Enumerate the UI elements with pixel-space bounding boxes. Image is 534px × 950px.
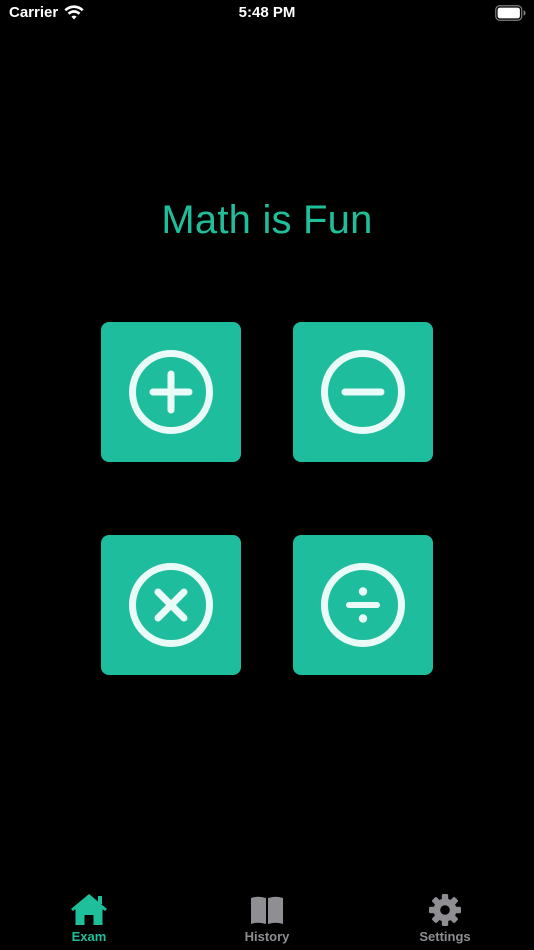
plus-circle-icon bbox=[129, 350, 213, 434]
multiplication-button[interactable] bbox=[101, 535, 241, 675]
tab-history-label: History bbox=[244, 929, 290, 944]
status-bar: Carrier 5:48 PM bbox=[0, 0, 534, 30]
tab-exam[interactable]: Exam bbox=[0, 883, 178, 950]
addition-button[interactable] bbox=[101, 322, 241, 462]
subtraction-button[interactable] bbox=[293, 322, 433, 462]
minus-circle-icon bbox=[321, 350, 405, 434]
gear-icon bbox=[429, 894, 461, 926]
tab-settings[interactable]: Settings bbox=[356, 883, 534, 950]
page-title: Math is Fun bbox=[161, 198, 373, 242]
division-button[interactable] bbox=[293, 535, 433, 675]
home-icon bbox=[71, 894, 107, 925]
status-time: 5:48 PM bbox=[238, 4, 296, 21]
times-circle-icon bbox=[129, 563, 213, 647]
tab-bar: Exam History Settings bbox=[0, 883, 534, 950]
tab-exam-label: Exam bbox=[71, 929, 107, 944]
book-icon bbox=[251, 896, 283, 924]
tab-history[interactable]: History bbox=[178, 883, 356, 950]
tab-settings-label: Settings bbox=[419, 929, 471, 944]
divide-circle-icon bbox=[321, 563, 405, 647]
battery-icon bbox=[495, 5, 526, 21]
